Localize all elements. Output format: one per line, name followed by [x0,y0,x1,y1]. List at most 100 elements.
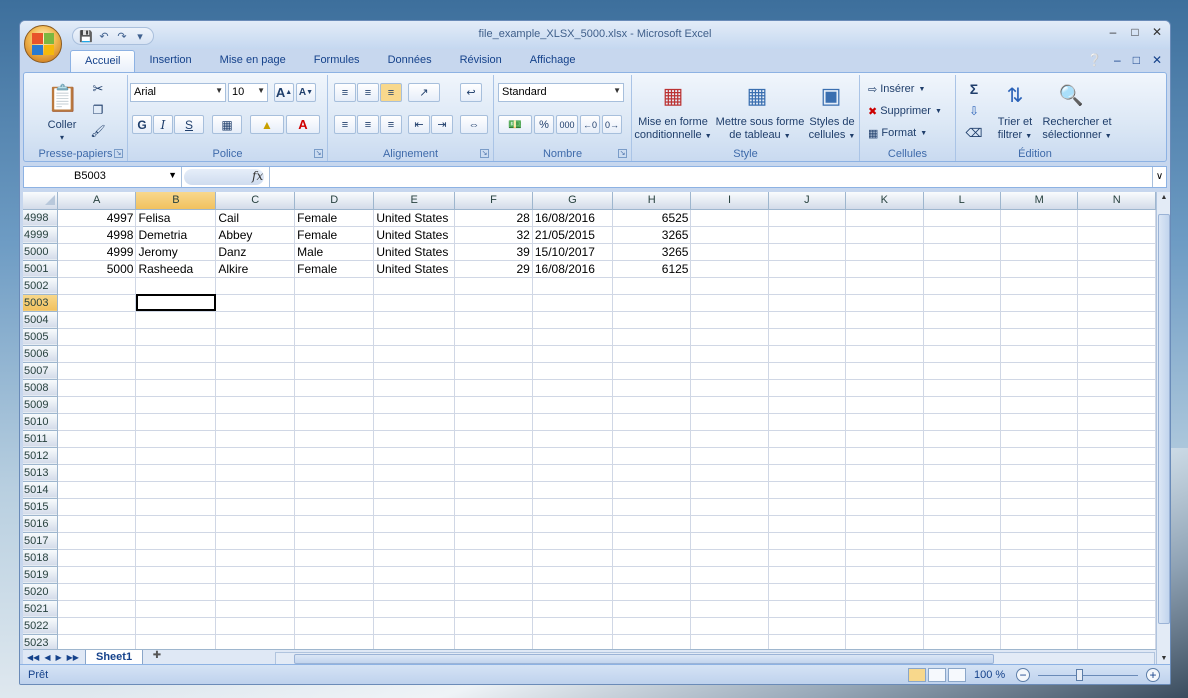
cell-j5021[interactable] [768,600,847,618]
cell-n4999[interactable] [1077,226,1156,244]
decrease-decimal-icon[interactable]: 0→ [602,115,622,134]
cell-f5014[interactable] [454,481,533,499]
cell-m5017[interactable] [1000,532,1079,550]
cell-d5019[interactable] [294,566,375,584]
first-sheet-icon[interactable]: ◀◀ [27,653,39,662]
cell-d5017[interactable] [294,532,375,550]
cell-j5009[interactable] [768,396,847,414]
cell-k4998[interactable] [845,209,924,227]
cell-h5002[interactable] [612,277,692,295]
currency-icon[interactable]: 💵 [498,115,532,134]
cell-j5015[interactable] [768,498,847,516]
cell-l5011[interactable] [923,430,1001,448]
row-header[interactable]: 5017 [23,532,58,550]
cell-e5020[interactable] [373,583,456,601]
increase-decimal-icon[interactable]: ←0 [580,115,600,134]
cell-e5003[interactable] [373,294,456,312]
cell-a4999[interactable]: 4998 [57,226,137,244]
insert-function-icon[interactable]: fx [252,169,263,183]
cell-l5001[interactable] [923,260,1001,278]
cell-d5003[interactable] [294,294,375,312]
cell-a5006[interactable] [57,345,137,363]
cell-j5003[interactable] [768,294,847,312]
cell-k5023[interactable] [845,634,924,649]
cell-m5003[interactable] [1000,294,1079,312]
cell-c5006[interactable] [215,345,296,363]
cell-b5011[interactable] [135,430,217,448]
cell-a5008[interactable] [57,379,137,397]
row-header[interactable]: 5003 [23,294,58,312]
column-header-f[interactable]: F [454,192,533,210]
cell-n5005[interactable] [1077,328,1156,346]
customize-qat-icon[interactable]: ▾ [133,29,147,43]
cell-h5010[interactable] [612,413,692,431]
cell-m5011[interactable] [1000,430,1079,448]
cell-n5003[interactable] [1077,294,1156,312]
cell-g5006[interactable] [532,345,614,363]
cell-i5011[interactable] [690,430,769,448]
cell-a5013[interactable] [57,464,137,482]
horizontal-scroll-thumb[interactable] [294,654,994,664]
cell-m5000[interactable] [1000,243,1079,261]
cell-b5002[interactable] [135,277,217,295]
cell-n5022[interactable] [1077,617,1156,635]
row-header[interactable]: 5022 [23,617,58,635]
align-right-icon[interactable]: ≡ [380,115,402,134]
expand-formula-bar-icon[interactable]: ∨ [1152,167,1166,187]
cell-n5014[interactable] [1077,481,1156,499]
cell-d5007[interactable] [294,362,375,380]
redo-icon[interactable]: ↷ [115,29,129,43]
cell-n5023[interactable] [1077,634,1156,649]
cell-m5001[interactable] [1000,260,1079,278]
cell-g5010[interactable] [532,413,614,431]
cell-i5023[interactable] [690,634,769,649]
save-icon[interactable]: 💾 [79,29,93,43]
office-button[interactable] [24,25,62,63]
shrink-font-button[interactable]: A ▼ [296,83,316,102]
cell-k5013[interactable] [845,464,924,482]
cell-l5003[interactable] [923,294,1001,312]
cell-n5012[interactable] [1077,447,1156,465]
cell-g5001[interactable]: 16/08/2016 [532,260,614,278]
cell-i5016[interactable] [690,515,769,533]
cell-c4999[interactable]: Abbey [215,226,296,244]
cell-f5015[interactable] [454,498,533,516]
cell-h4998[interactable]: 6525 [612,209,692,227]
cell-g5014[interactable] [532,481,614,499]
cell-e5005[interactable] [373,328,456,346]
tab-revision[interactable]: Révision [446,50,516,72]
cell-m5015[interactable] [1000,498,1079,516]
column-header-b[interactable]: B [135,192,217,210]
cell-b5009[interactable] [135,396,217,414]
tab-accueil[interactable]: Accueil [70,50,136,72]
format-cells-button[interactable]: ▦ Format ▼ [868,125,927,141]
column-header-l[interactable]: L [923,192,1001,210]
cell-k5012[interactable] [845,447,924,465]
thousands-button[interactable]: 000 [556,115,578,134]
cell-i5012[interactable] [690,447,769,465]
borders-icon[interactable]: ▦ [212,115,242,134]
insert-cells-button[interactable]: ⇨ Insérer ▼ [868,81,925,97]
cell-i4999[interactable] [690,226,769,244]
cell-e5008[interactable] [373,379,456,397]
row-header[interactable]: 5000 [23,243,58,261]
cell-b5008[interactable] [135,379,217,397]
tab-formules[interactable]: Formules [300,50,374,72]
row-header[interactable]: 5001 [23,260,58,278]
cell-h5020[interactable] [612,583,692,601]
cell-m5020[interactable] [1000,583,1079,601]
zoom-in-icon[interactable]: + [1146,668,1160,682]
cell-e5009[interactable] [373,396,456,414]
cell-c5007[interactable] [215,362,296,380]
row-header[interactable]: 5023 [23,634,58,649]
cell-a5007[interactable] [57,362,137,380]
cell-h5005[interactable] [612,328,692,346]
cell-l5019[interactable] [923,566,1001,584]
row-header[interactable]: 5007 [23,362,58,380]
cell-c4998[interactable]: Cail [215,209,296,227]
cell-j5007[interactable] [768,362,847,380]
cell-b5006[interactable] [135,345,217,363]
cell-g5008[interactable] [532,379,614,397]
cell-m5005[interactable] [1000,328,1079,346]
cell-d4998[interactable]: Female [294,209,375,227]
